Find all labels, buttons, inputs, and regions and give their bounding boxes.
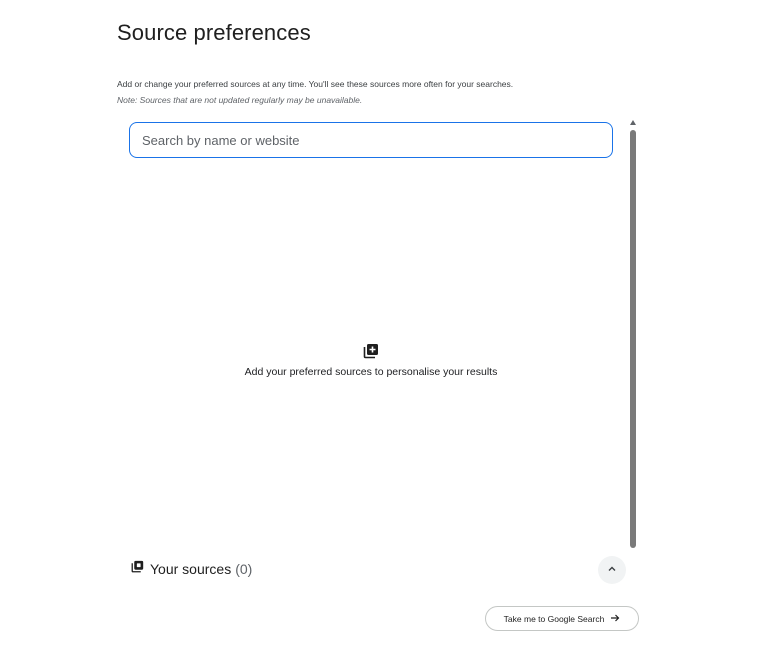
chevron-up-icon [607,561,617,579]
arrow-right-icon [610,613,620,625]
search-input[interactable] [130,132,612,148]
page-description: Add or change your preferred sources at … [117,79,514,89]
empty-state-message: Add your preferred sources to personalis… [244,366,498,378]
take-me-to-google-search-button[interactable]: Take me to Google Search [485,606,639,631]
empty-state: Add your preferred sources to personalis… [129,343,613,378]
your-sources-count: (0) [235,561,253,577]
page-title: Source preferences [117,20,311,45]
your-sources-header[interactable]: Your sources (0) [131,560,252,578]
add-library-icon [363,343,379,364]
cta-label: Take me to Google Search [503,613,605,624]
collapse-sources-button[interactable] [598,556,626,584]
scroll-up-arrow[interactable] [630,120,636,125]
scroll-thumb[interactable] [630,130,636,548]
your-sources-label: Your sources [150,561,232,577]
search-box[interactable] [129,122,613,158]
library-icon [131,560,144,578]
scrollbar[interactable] [629,120,637,550]
availability-note: Note: Sources that are not updated regul… [117,95,363,105]
